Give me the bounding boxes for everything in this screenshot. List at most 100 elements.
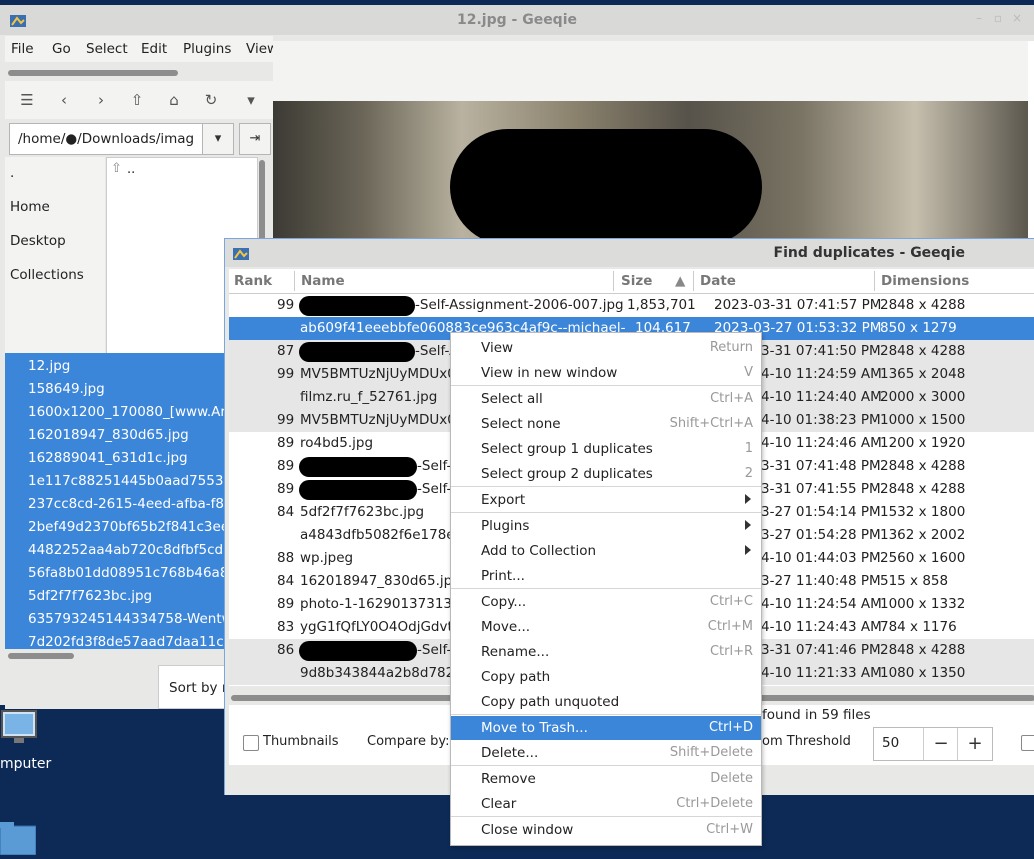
row-dimensions: 1362 x 2002 (880, 527, 966, 543)
bookmark-home[interactable]: Home (10, 199, 50, 215)
menu-item-copy-path[interactable]: Copy path (451, 665, 761, 689)
row-name: ygG1fQfLY0O4OdjGdvtU (300, 619, 463, 635)
thumbnails-checkbox[interactable] (243, 735, 259, 751)
menu-edit[interactable]: Edit (141, 41, 167, 57)
menu-separator (451, 714, 761, 715)
maximize-button[interactable]: ▫ (994, 11, 1002, 25)
row-name: 162018947_830d65.jpg (300, 573, 461, 589)
menu-separator (451, 512, 761, 513)
menu-item-move-to-trash[interactable]: Move to Trash... Ctrl+D (451, 716, 761, 740)
row-date: 4-10 11:24:40 AM (761, 389, 882, 405)
menu-item-shortcut: 2 (744, 466, 753, 481)
file-item[interactable]: 635793245144334758-Wentw (28, 611, 228, 627)
file-item[interactable]: 162018947_830d65.jpg (28, 427, 189, 443)
col-dimensions[interactable]: Dimensions (881, 273, 969, 289)
bookmark-current[interactable]: . (10, 165, 14, 181)
menu-item-label: Select all (481, 391, 543, 407)
redacted-name (299, 480, 417, 500)
main-titlebar[interactable]: 12.jpg - Geeqie – ▫ × (0, 5, 1034, 35)
menu-item-print[interactable]: Print... (451, 564, 761, 588)
menu-item-label: Delete... (481, 745, 539, 761)
col-date[interactable]: Date (700, 273, 736, 289)
parent-dir-entry[interactable]: .. (127, 162, 135, 177)
file-item[interactable]: 5df2f7f7623bc.jpg (28, 588, 152, 604)
menu-item-select-none[interactable]: Select none Shift+Ctrl+A (451, 412, 761, 436)
threshold-spinner[interactable]: 50 − + (873, 727, 993, 761)
menu-separator (451, 486, 761, 487)
table-row[interactable]: 99 -Self-Assignment-2006-007.jpg 1,853,7… (229, 294, 1034, 317)
file-item[interactable]: 12.jpg (28, 358, 70, 374)
menu-item-copy[interactable]: Copy... Ctrl+C (451, 590, 761, 614)
extra-checkbox[interactable] (1021, 735, 1034, 751)
file-item[interactable]: 158649.jpg (28, 381, 105, 397)
parent-dir-icon: ⇧ (111, 161, 122, 176)
redaction-blob (450, 129, 762, 245)
menu-item-clear[interactable]: Clear Ctrl+Delete (451, 792, 761, 816)
back-icon[interactable]: ‹ (54, 90, 74, 110)
file-item[interactable]: 7d202fd3f8de57aad7daa11c3 (28, 634, 228, 649)
row-dimensions: 1000 x 1332 (880, 596, 966, 612)
refresh-icon[interactable]: ↻ (201, 90, 221, 110)
menu-plugins[interactable]: Plugins (183, 41, 231, 57)
row-rank: 87 (277, 343, 295, 359)
col-separator (874, 271, 875, 291)
computer-desktop-icon[interactable]: mputer (0, 708, 60, 778)
list-view-icon[interactable]: ☰ (17, 90, 37, 110)
row-dimensions: 1080 x 1350 (880, 665, 966, 681)
menu-item-select-group-2[interactable]: Select group 2 duplicates 2 (451, 462, 761, 486)
dup-titlebar[interactable]: Find duplicates - Geeqie (225, 239, 1034, 267)
row-rank: 83 (277, 619, 295, 635)
threshold-decrement-button[interactable]: − (923, 728, 958, 760)
file-item[interactable]: 4482252aa4ab720c8dfbf5cd6 (28, 542, 228, 558)
menu-item-move[interactable]: Move... Ctrl+M (451, 615, 761, 639)
menu-item-view[interactable]: View Return (451, 336, 761, 360)
dropdown-chevron-icon[interactable]: ▾ (241, 90, 261, 110)
menu-go[interactable]: Go (52, 41, 71, 57)
filelist-scrollbar[interactable] (8, 653, 74, 659)
menu-item-delete[interactable]: Delete... Shift+Delete (451, 741, 761, 765)
menu-item-export[interactable]: Export (451, 488, 761, 512)
menu-item-copy-path-unquoted[interactable]: Copy path unquoted (451, 690, 761, 714)
file-item[interactable]: 1600x1200_170080_[www.Art (28, 404, 228, 420)
file-item[interactable]: 162889041_631d1c.jpg (28, 450, 188, 466)
menu-item-remove[interactable]: Remove Delete (451, 767, 761, 791)
file-item[interactable]: 2bef49d2370bf65b2f841c3eef (28, 519, 228, 535)
bookmark-desktop[interactable]: Desktop (10, 233, 66, 249)
path-dropdown-button[interactable]: ▾ (202, 123, 234, 155)
col-rank[interactable]: Rank (234, 273, 272, 289)
menu-item-rename[interactable]: Rename... Ctrl+R (451, 640, 761, 664)
file-item[interactable]: 237cc8cd-2615-4eed-afba-f8f2 (28, 496, 228, 512)
minimize-button[interactable]: – (976, 11, 982, 25)
menubar-scrollbar[interactable] (8, 70, 178, 76)
thumbnails-label: Thumbnails (263, 734, 339, 749)
menu-item-close-window[interactable]: Close window Ctrl+W (451, 818, 761, 842)
row-rank: 89 (277, 435, 295, 451)
file-item[interactable]: 1e117c88251445b0aad75530e (28, 473, 228, 489)
path-input[interactable]: /home/●/Downloads/imag (9, 123, 207, 155)
col-size[interactable]: Size (621, 273, 652, 289)
menu-item-plugins[interactable]: Plugins (451, 514, 761, 538)
menu-item-view-new-window[interactable]: View in new window V (451, 361, 761, 385)
menu-select[interactable]: Select (86, 41, 128, 57)
row-date: 4-10 11:24:46 AM (761, 435, 882, 451)
forward-icon[interactable]: › (91, 90, 111, 110)
row-rank: 99 (277, 297, 295, 313)
menu-item-shortcut: Ctrl+A (710, 391, 753, 406)
col-name[interactable]: Name (301, 273, 345, 289)
column-header: Rank Name Size ▲ Date Dimensions (229, 269, 1034, 294)
folder-desktop-icon[interactable] (0, 822, 37, 856)
up-icon[interactable]: ⇧ (127, 90, 147, 110)
bookmark-collections[interactable]: Collections (10, 267, 84, 283)
file-item[interactable]: 56fa8b01dd08951c768b46a8. (28, 565, 228, 581)
close-button[interactable]: × (1012, 11, 1022, 25)
menu-item-select-group-1[interactable]: Select group 1 duplicates 1 (451, 437, 761, 461)
path-go-button[interactable]: ⇥ (239, 123, 271, 155)
threshold-increment-button[interactable]: + (957, 728, 992, 760)
menu-item-select-all[interactable]: Select all Ctrl+A (451, 387, 761, 411)
home-icon[interactable]: ⌂ (164, 90, 184, 110)
row-date: 3-31 07:41:50 PM (761, 343, 881, 359)
row-date: 4-10 11:24:59 AM (761, 366, 882, 382)
row-date: 4-10 01:44:03 PM (761, 550, 881, 566)
menu-item-add-to-collection[interactable]: Add to Collection (451, 539, 761, 563)
menu-file[interactable]: File (11, 41, 34, 57)
